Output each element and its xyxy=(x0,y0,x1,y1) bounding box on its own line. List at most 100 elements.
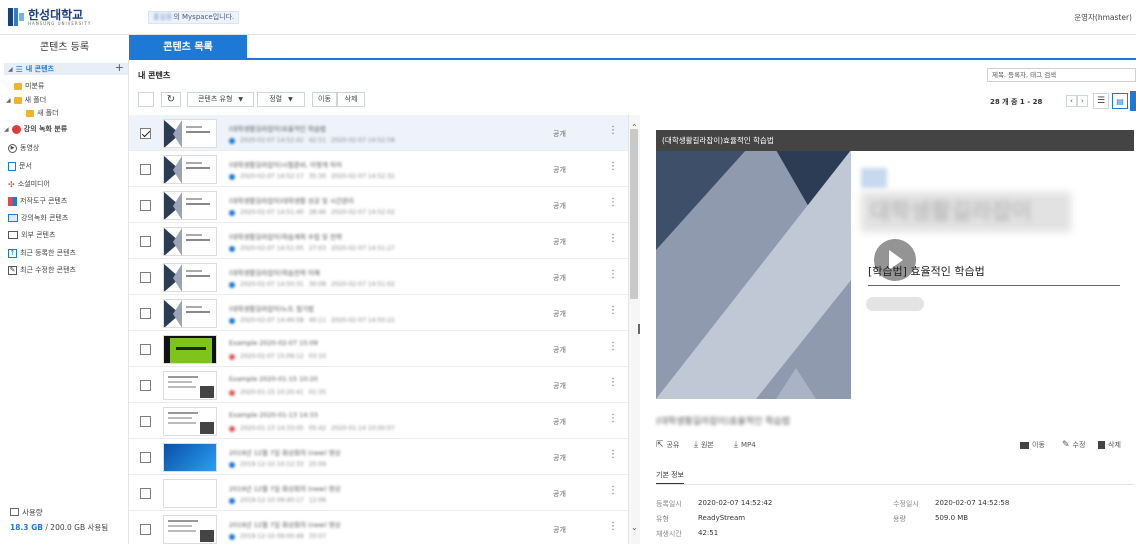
download-mp4-button[interactable]: ⤓ MP4 xyxy=(734,440,756,450)
list-item[interactable]: Example 2020-02-07 15:09 2020-02-07 15:09… xyxy=(129,331,628,367)
list-item[interactable]: (대학생활길라잡이)시험준비, 이렇게 하자 2020-02-07 14:52:1… xyxy=(129,151,628,187)
row-checkbox[interactable] xyxy=(140,524,151,535)
content-thumbnail[interactable] xyxy=(163,263,217,292)
row-checkbox[interactable] xyxy=(140,452,151,463)
list-item[interactable]: 2019년 12월 7일 화상회의 (new) 영상 2019-12-10 09:… xyxy=(129,475,628,511)
list-item[interactable]: (대학생활길라잡이)학습전략 이해 2020-02-07 14:50:31 30:0… xyxy=(129,259,628,295)
sidebar-item-social-media[interactable]: ✣ 소셜미디어 xyxy=(8,179,50,189)
content-thumbnail[interactable] xyxy=(163,479,217,508)
more-options-icon[interactable]: ⋮ xyxy=(608,450,618,460)
tab-basic-info[interactable]: 기본 정보 xyxy=(656,470,684,485)
more-options-icon[interactable]: ⋮ xyxy=(608,522,618,532)
view-toggle-edge[interactable] xyxy=(1130,91,1136,111)
sort-dropdown[interactable]: 정렬 ▼ xyxy=(257,92,305,107)
list-item[interactable]: Example 2020-01-13 14:33 2020-01-13 14:33… xyxy=(129,403,628,439)
list-item[interactable]: Example 2020-01-15 10:20 2020-01-15 10:20… xyxy=(129,367,628,403)
list-item[interactable]: 2019년 12월 7일 화상회의 (new) 영상 2019-12-10 10:… xyxy=(129,439,628,475)
list-item[interactable]: (대학생활길라잡이)효율적인 학습법 2020-02-07 14:52:42 42:… xyxy=(129,115,628,151)
row-title[interactable]: 2019년 12월 7일 화상회의 (new) 영상 xyxy=(229,483,341,493)
sidebar-item-new-folder-child[interactable]: 새 폴더 xyxy=(26,108,59,118)
content-thumbnail[interactable] xyxy=(163,191,217,220)
next-page-button[interactable]: › xyxy=(1077,95,1088,107)
detail-view-button[interactable]: ▤ xyxy=(1112,93,1128,109)
delete-button[interactable]: 삭제 xyxy=(337,92,365,107)
list-item[interactable]: (대학생활길라잡이)대학생활 성공 및 시간관리 2020-02-07 14:51… xyxy=(129,187,628,223)
more-options-icon[interactable]: ⋮ xyxy=(608,378,618,388)
list-view-button[interactable]: ☰ xyxy=(1093,93,1109,109)
content-thumbnail[interactable] xyxy=(163,443,217,472)
scroll-down-icon[interactable]: ⌄ xyxy=(631,523,638,532)
list-item[interactable]: (대학생활길라잡이)학습계획 수립 및 전략 2020-02-07 14:51:0… xyxy=(129,223,628,259)
row-checkbox[interactable] xyxy=(140,164,151,175)
more-options-icon[interactable]: ⋮ xyxy=(608,234,618,244)
select-all-checkbox[interactable] xyxy=(138,92,154,107)
sidebar-item-video[interactable]: ▶ 동영상 xyxy=(8,143,39,153)
row-title[interactable]: Example 2020-02-07 15:09 xyxy=(229,339,318,347)
sidebar-item-lecture-recording[interactable]: ◢ 강의 녹화 분류 xyxy=(4,124,67,134)
list-scrollbar-thumb[interactable] xyxy=(630,129,638,299)
tab-content-list[interactable]: 콘텐츠 목록 xyxy=(129,35,247,60)
content-thumbnail[interactable] xyxy=(163,515,217,544)
more-options-icon[interactable]: ⋮ xyxy=(608,414,618,424)
more-options-icon[interactable]: ⋮ xyxy=(608,486,618,496)
row-title[interactable]: (대학생활길라잡이)시험준비, 이렇게 하자 xyxy=(229,159,342,169)
row-title[interactable]: 2019년 12월 7일 화상회의 (new) 영상 xyxy=(229,519,341,529)
more-options-icon[interactable]: ⋮ xyxy=(608,198,618,208)
prev-page-button[interactable]: ‹ xyxy=(1066,95,1077,107)
more-options-icon[interactable]: ⋮ xyxy=(608,306,618,316)
add-folder-button[interactable]: + xyxy=(115,61,124,74)
collapse-arrow-icon[interactable]: ◢ xyxy=(6,97,11,104)
row-title[interactable]: (대학생활길라잡이)효율적인 학습법 xyxy=(229,123,326,133)
move-button[interactable]: 이동 xyxy=(312,92,337,107)
row-title[interactable]: Example 2020-01-13 14:33 xyxy=(229,411,318,419)
row-checkbox[interactable] xyxy=(140,344,151,355)
sidebar-item-recent-modified[interactable]: ✎ 최근 수정한 콘텐츠 xyxy=(8,265,76,275)
list-item[interactable]: (대학생활길라잡이)노트 필기법 2020-02-07 14:49:58 40:11… xyxy=(129,295,628,331)
row-checkbox[interactable] xyxy=(140,488,151,499)
sidebar-item-external[interactable]: 외부 콘텐츠 xyxy=(8,230,55,240)
more-options-icon[interactable]: ⋮ xyxy=(608,270,618,280)
content-thumbnail[interactable] xyxy=(163,407,217,436)
row-checkbox[interactable] xyxy=(140,128,151,139)
collapse-arrow-icon[interactable]: ◢ xyxy=(8,66,13,73)
row-title[interactable]: (대학생활길라잡이)대학생활 성공 및 시간관리 xyxy=(229,195,354,205)
sidebar-item-my-contents[interactable]: ◢ ☰ 내 콘텐츠 + xyxy=(4,61,128,75)
sidebar-item-recent-registered[interactable]: ↑ 최근 등록한 콘텐츠 xyxy=(8,248,76,258)
move-content-button[interactable]: 이동 xyxy=(1020,440,1045,450)
sidebar-item-new-folder[interactable]: ◢ 새 폴더 xyxy=(6,95,46,105)
sidebar-item-lecture-content[interactable]: 강의녹화 콘텐츠 xyxy=(8,213,68,223)
more-options-icon[interactable]: ⋮ xyxy=(608,126,618,136)
row-title[interactable]: 2019년 12월 7일 화상회의 (new) 영상 xyxy=(229,447,341,457)
detail-resize-handle[interactable] xyxy=(638,324,640,334)
search-input[interactable]: 제목, 등록자, 태그 검색 xyxy=(987,68,1136,82)
content-thumbnail[interactable] xyxy=(163,371,217,400)
content-thumbnail[interactable] xyxy=(163,299,217,328)
university-logo[interactable]: 한성대학교 HANSUNG UNIVERSITY xyxy=(8,6,91,28)
user-name[interactable]: 운영자(hmaster) xyxy=(1074,12,1132,23)
share-button[interactable]: ⇱ 공유 xyxy=(656,440,679,450)
sidebar-item-authoring-tool[interactable]: 저작도구 콘텐츠 xyxy=(8,196,67,206)
row-title[interactable]: Example 2020-01-15 10:20 xyxy=(229,375,318,383)
more-options-icon[interactable]: ⋮ xyxy=(608,342,618,352)
content-thumbnail[interactable] xyxy=(163,155,217,184)
row-title[interactable]: (대학생활길라잡이)학습전략 이해 xyxy=(229,267,320,277)
delete-content-button[interactable]: 삭제 xyxy=(1098,440,1121,450)
collapse-arrow-icon[interactable]: ◢ xyxy=(4,126,9,133)
sidebar-item-unclassified[interactable]: 미분류 xyxy=(14,81,44,91)
row-checkbox[interactable] xyxy=(140,236,151,247)
content-type-dropdown[interactable]: 콘텐츠 유형 ▼ xyxy=(187,92,254,107)
list-item[interactable]: 2019년 12월 7일 화상회의 (new) 영상 2019-12-10 09:… xyxy=(129,511,628,544)
row-checkbox[interactable] xyxy=(140,308,151,319)
content-thumbnail[interactable] xyxy=(163,119,217,148)
row-checkbox[interactable] xyxy=(140,380,151,391)
row-checkbox[interactable] xyxy=(140,416,151,427)
refresh-button[interactable]: ↻ xyxy=(161,92,181,107)
content-thumbnail[interactable] xyxy=(163,227,217,256)
sidebar-item-document[interactable]: 문서 xyxy=(8,161,32,171)
tab-content-register[interactable]: 콘텐츠 등록 xyxy=(0,35,129,60)
row-checkbox[interactable] xyxy=(140,272,151,283)
download-original-button[interactable]: ⤓ 원본 xyxy=(694,440,714,450)
content-thumbnail[interactable] xyxy=(163,335,217,364)
edit-content-button[interactable]: ✎ 수정 xyxy=(1062,440,1085,450)
more-options-icon[interactable]: ⋮ xyxy=(608,162,618,172)
